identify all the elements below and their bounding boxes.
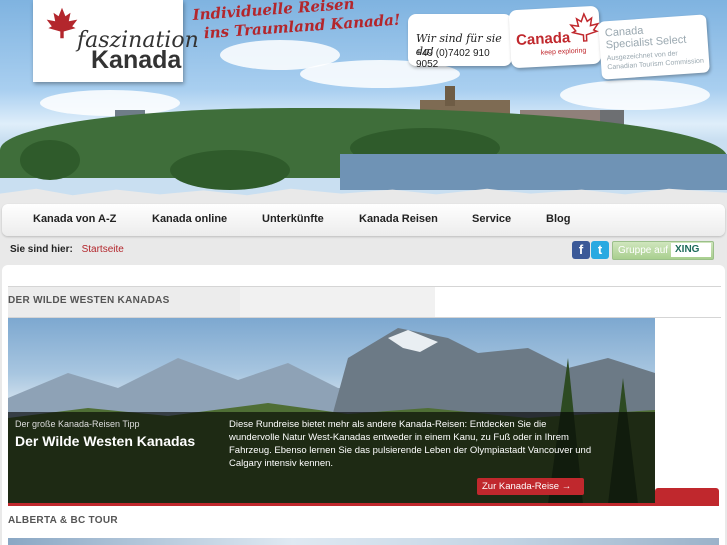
site-logo[interactable]: faszination Kanada <box>33 0 199 82</box>
slider-accent-line <box>8 503 719 506</box>
main-navigation: Kanada von A-Z Kanada online Unterkünfte… <box>2 204 725 236</box>
logo-text-line2: Kanada <box>91 46 182 74</box>
maple-leaf-icon <box>569 11 600 42</box>
hero-slider[interactable]: Der große Kanada-Reisen Tipp Der Wilde W… <box>8 318 655 504</box>
header-slogan: Individuelle Reisen ins Traumland Kanada… <box>192 0 401 44</box>
xing-group-label: Gruppe auf <box>618 245 669 256</box>
nav-item-kanada-von-a-z[interactable]: Kanada von A-Z <box>33 213 116 225</box>
section-preview-image[interactable] <box>8 538 719 545</box>
maple-leaf-icon <box>46 7 78 39</box>
breadcrumb-prefix: Sie sind hier: <box>10 244 73 255</box>
nav-item-kanada-online[interactable]: Kanada online <box>152 213 227 225</box>
nav-item-service[interactable]: Service <box>472 213 511 225</box>
divider <box>8 286 721 287</box>
tab-placeholder <box>240 287 435 317</box>
nav-item-kanada-reisen[interactable]: Kanada Reisen <box>359 213 438 225</box>
hero-description: Diese Rundreise bietet mehr als andere K… <box>229 419 592 469</box>
canada-keep-exploring-badge[interactable]: Canada keep exploring <box>508 5 602 69</box>
nav-item-unterkuenfte[interactable]: Unterkünfte <box>262 213 324 225</box>
xing-group-button[interactable]: Gruppe auf XING <box>612 241 714 260</box>
hero-title[interactable]: Der Wilde Westen Kanadas <box>15 433 195 449</box>
contact-box[interactable]: Wir sind für sie da! +49 (0)7402 910 905… <box>408 14 512 70</box>
section-title: DER WILDE WESTEN KANADAS <box>8 295 170 306</box>
canada-badge-word: Canada <box>515 29 571 50</box>
breadcrumb: Sie sind hier: Startseite <box>10 244 124 255</box>
contact-phone[interactable]: +49 (0)7402 910 9052 <box>416 48 512 70</box>
twitter-icon[interactable]: t <box>591 241 609 259</box>
slider-next-tab[interactable] <box>655 488 719 504</box>
xing-logo-icon: XING <box>671 243 711 257</box>
header-banner: faszination Kanada Individuelle Reisen i… <box>0 0 727 200</box>
nav-item-blog[interactable]: Blog <box>546 213 570 225</box>
facebook-icon[interactable]: f <box>572 241 590 259</box>
breadcrumb-home-link[interactable]: Startseite <box>82 244 124 255</box>
hero-kicker: Der große Kanada-Reisen Tipp <box>15 419 140 429</box>
section-title: ALBERTA & BC TOUR <box>8 515 118 526</box>
hero-cta-button[interactable]: Zur Kanada-Reise → <box>477 478 584 495</box>
specialist-select-badge[interactable]: Canada Specialist Select Ausgezeichnet v… <box>598 14 710 80</box>
canada-badge-tagline: keep exploring <box>540 47 587 57</box>
